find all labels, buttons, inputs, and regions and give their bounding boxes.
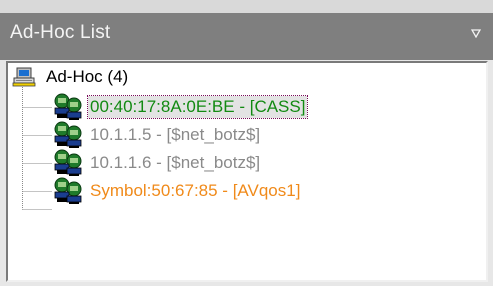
network-peer-icon (54, 177, 82, 204)
ad-hoc-tree-view[interactable]: Ad-Hoc (4) 00:40:17:8A:0E:BE - [CASS] 10… (6, 61, 488, 282)
ad-hoc-list-panel: Ad-Hoc List Ad-Hoc (4) 00:40:17:8A:0E:BE… (0, 0, 493, 286)
tree-node-label: 10.1.1.6 - [$net_botz$] (90, 153, 261, 172)
network-peer-icon (54, 149, 82, 176)
panel-title: Ad-Hoc List (10, 22, 111, 43)
dropdown-triangle-icon[interactable] (471, 28, 481, 38)
network-peer-icon (54, 121, 82, 148)
tree-root-label: Ad-Hoc (4) (46, 67, 129, 86)
tree-node-row[interactable]: 10.1.1.5 - [$net_botz$] (52, 121, 262, 149)
computer-network-icon (12, 67, 36, 87)
tree-root-row[interactable]: Ad-Hoc (4) (12, 65, 128, 89)
network-peer-icon (54, 93, 82, 120)
tree-node-row[interactable]: 00:40:17:8A:0E:BE - [CASS] (52, 93, 309, 121)
tree-node-row[interactable]: Symbol:50:67:85 - [AVqos1] (52, 177, 302, 205)
tree-node-label: 00:40:17:8A:0E:BE - [CASS] (86, 95, 309, 119)
tree-node-row[interactable]: 10.1.1.6 - [$net_botz$] (52, 149, 262, 177)
panel-title-bar: Ad-Hoc List (0, 13, 493, 60)
tree-node-label: 10.1.1.5 - [$net_botz$] (90, 125, 261, 144)
tree-node-label: Symbol:50:67:85 - [AVqos1] (90, 181, 301, 200)
